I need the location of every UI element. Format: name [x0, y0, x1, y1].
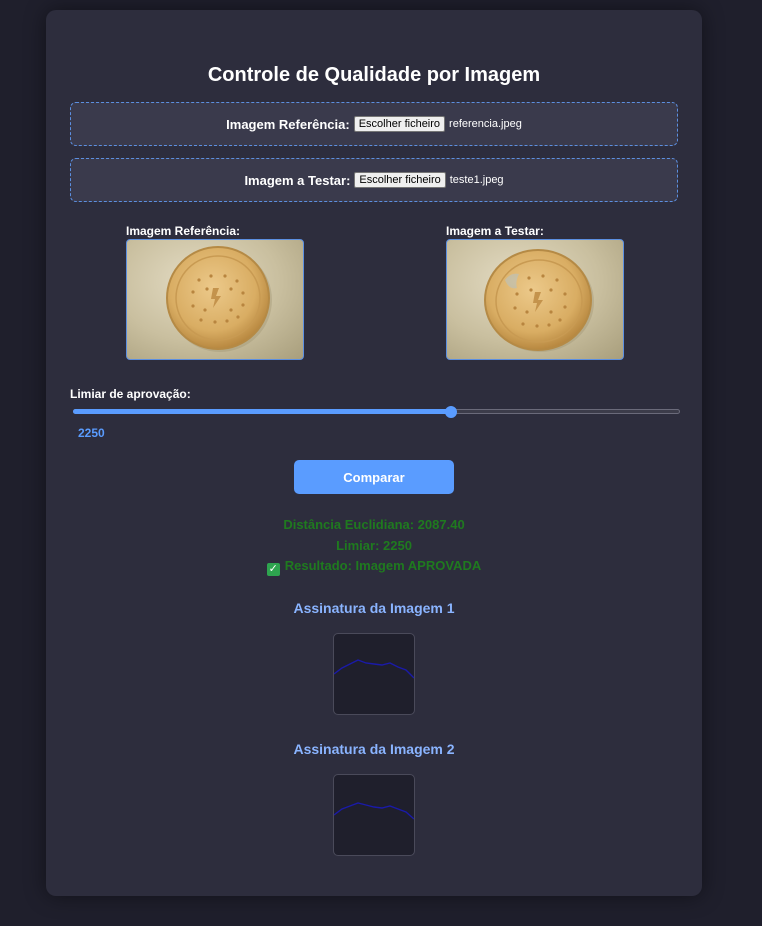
threshold-value: 2250 — [78, 426, 105, 440]
test-preview-label: Imagem a Testar: — [446, 224, 544, 238]
reference-upload: Imagem Referência: Escolher ficheiro ref… — [70, 102, 678, 146]
test-upload: Imagem a Testar: Escolher ficheiro teste… — [70, 158, 678, 202]
page-title: Controle de Qualidade por Imagem — [207, 64, 541, 86]
test-upload-label: Imagem a Testar: — [244, 172, 351, 188]
reference-file-name: referencia.jpeg — [449, 118, 522, 130]
check-icon: ✓ — [266, 563, 280, 576]
distance-result: Distância Euclidiana: 2087.40 — [283, 517, 465, 532]
threshold-label: Limiar de aprovação: — [70, 387, 191, 401]
reference-preview-label: Imagem Referência: — [126, 224, 241, 238]
signature1-line — [333, 659, 415, 679]
signature2-line — [333, 802, 415, 820]
threshold-slider[interactable] — [73, 406, 680, 418]
reference-preview-image — [126, 239, 304, 360]
verdict-result: ✓ Resultado: Imagem APROVADA — [46, 558, 702, 576]
reference-upload-label: Imagem Referência: — [226, 116, 350, 132]
signature2-canvas — [333, 774, 415, 856]
slider-thumb[interactable] — [445, 406, 458, 418]
test-file-button[interactable]: Escolher ficheiro — [354, 172, 446, 188]
main-card: Controle de Qualidade por Imagem Imagem … — [46, 10, 702, 896]
signature1-title: Assinatura da Imagem 1 — [293, 600, 455, 616]
test-preview-image — [446, 239, 624, 360]
slider-fill — [73, 409, 452, 414]
verdict-text: Resultado: Imagem APROVADA — [284, 558, 482, 573]
signature2-title: Assinatura da Imagem 2 — [293, 741, 455, 757]
threshold-result: Limiar: 2250 — [336, 538, 412, 553]
signature1-canvas — [333, 633, 415, 715]
compare-button[interactable]: Comparar — [294, 460, 454, 494]
test-file-name: teste1.jpeg — [449, 174, 504, 186]
reference-file-button[interactable]: Escolher ficheiro — [353, 116, 446, 132]
